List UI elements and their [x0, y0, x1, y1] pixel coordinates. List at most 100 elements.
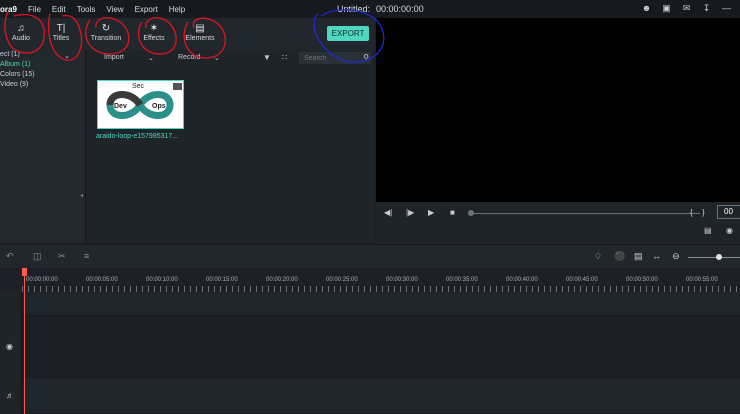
- tree-item-album[interactable]: Album (1): [0, 61, 30, 68]
- music-note-icon: ♫: [17, 23, 25, 34]
- tab-audio-label: Audio: [12, 35, 30, 42]
- mark-out-icon[interactable]: }: [702, 208, 705, 217]
- thumb-text-sec: Sec: [132, 83, 145, 90]
- delete-icon[interactable]: ◫: [33, 251, 42, 262]
- search-box: ⚲: [299, 52, 371, 64]
- window-title: Untitled: 00:00:00:00: [337, 4, 424, 14]
- grid-view-icon[interactable]: ∷: [282, 53, 287, 62]
- media-tree: ect (1) ⌄ Album (1) Colors (15) Video (9…: [0, 50, 86, 287]
- app-logo: ora9: [0, 4, 17, 14]
- adjust-icon[interactable]: ≡: [84, 251, 89, 261]
- chevron-down-icon[interactable]: ⌄: [64, 52, 70, 60]
- menu-tools[interactable]: Tools: [77, 5, 96, 14]
- ruler-label: 00:00:30:00: [386, 277, 418, 283]
- tab-effects-label: Effects: [143, 35, 165, 42]
- filter-icon[interactable]: ▼: [263, 53, 271, 62]
- transition-icon: ↻: [101, 23, 111, 34]
- import-button[interactable]: Import: [104, 54, 124, 61]
- record-dropdown-icon[interactable]: ⌄: [214, 54, 220, 62]
- search-icon[interactable]: ⚲: [363, 52, 369, 64]
- sparkle-icon: ✶: [149, 23, 159, 34]
- tree-item-project[interactable]: ect (1): [0, 51, 20, 58]
- microphone-icon[interactable]: ⚫: [614, 251, 625, 262]
- zoom-slider[interactable]: [688, 257, 740, 258]
- thumb-text-ops: Ops: [152, 103, 166, 110]
- playhead[interactable]: [24, 268, 25, 414]
- ruler-label: 00:00:00:00: [26, 277, 58, 283]
- undo-icon[interactable]: ↶: [6, 251, 14, 262]
- timeline-track[interactable]: [23, 292, 740, 316]
- audio-track[interactable]: [23, 378, 740, 414]
- menu-view[interactable]: View: [106, 5, 123, 14]
- collapse-handle-icon[interactable]: ◂: [80, 192, 83, 199]
- tree-item-video[interactable]: Video (9): [0, 81, 28, 88]
- ruler-label: 00:00:40:00: [506, 277, 538, 283]
- ruler-label: 00:00:10:00: [146, 277, 178, 283]
- download-icon[interactable]: ↧: [701, 3, 712, 14]
- ruler-label: 00:00:20:00: [266, 277, 298, 283]
- menu-file[interactable]: File: [28, 5, 41, 14]
- tab-titles-label: Titles: [52, 35, 70, 42]
- menu-export[interactable]: Export: [135, 5, 158, 14]
- media-bar: Import ⌄ Record ⌄ ▼ ∷ ⚲: [87, 50, 375, 66]
- ruler-label: 00:00:05:00: [86, 277, 118, 283]
- tab-titles[interactable]: T| Titles: [40, 22, 82, 48]
- tab-elements[interactable]: ▤ Elements: [179, 22, 221, 48]
- ruler-label: 00:00:50:00: [626, 277, 658, 283]
- ruler-label: 00:00:35:00: [446, 277, 478, 283]
- mixer-icon[interactable]: ▤: [634, 251, 643, 262]
- title-timecode: 00:00:00:00: [376, 4, 424, 14]
- tab-transition[interactable]: ↻ Transition: [84, 22, 128, 48]
- ruler-label: 00:00:45:00: [566, 277, 598, 283]
- timeline-toolbar: ↶ ◫ ✂ ≡ ♢ ⚫ ▤ ↔ ⊖: [0, 244, 740, 268]
- tree-item-colors[interactable]: Colors (15): [0, 71, 35, 78]
- play-icon[interactable]: ▶: [428, 208, 434, 217]
- menu-help[interactable]: Help: [169, 5, 185, 14]
- media-toolbar: ♫ Audio T| Titles ↻ Transition ✶ Effects…: [0, 18, 375, 56]
- devsecops-logo: Sec Dev Ops: [98, 81, 183, 128]
- video-track-header: ◉: [0, 316, 22, 378]
- preview-controls: ◀| |▶ ▶ ■ { } 00 ▤ ◉: [376, 202, 740, 244]
- menu-edit[interactable]: Edit: [52, 5, 66, 14]
- record-button[interactable]: Record: [178, 54, 201, 61]
- tab-elements-label: Elements: [185, 35, 215, 42]
- scrub-bar[interactable]: [470, 213, 700, 214]
- mail-icon[interactable]: ✉: [681, 3, 692, 14]
- account-icon[interactable]: ☻: [641, 3, 652, 14]
- minimize-icon[interactable]: —: [721, 3, 732, 14]
- tab-effects[interactable]: ✶ Effects: [133, 22, 175, 48]
- project-title: Untitled:: [337, 4, 371, 14]
- cut-icon[interactable]: ✂: [58, 251, 66, 262]
- ruler-label: 00:00:15:00: [206, 277, 238, 283]
- camera-icon[interactable]: ◉: [726, 226, 733, 235]
- fit-icon[interactable]: ↔: [652, 251, 661, 261]
- ruler-label: 00:00:25:00: [326, 277, 358, 283]
- track-header: [0, 292, 22, 316]
- zoom-out-icon[interactable]: ⊖: [672, 251, 680, 262]
- timeline-ruler[interactable]: 00:00:00:00 00:00:05:00 00:00:10:00 00:0…: [0, 268, 740, 292]
- preview-time: 00: [717, 205, 740, 219]
- search-input[interactable]: [299, 52, 357, 64]
- video-track[interactable]: [23, 316, 740, 378]
- window-icons: ☻ ▣ ✉ ↧ —: [641, 3, 732, 14]
- save-icon[interactable]: ▣: [661, 3, 672, 14]
- stop-icon[interactable]: ■: [450, 208, 455, 217]
- eye-icon[interactable]: ◉: [6, 342, 13, 351]
- text-icon: T|: [56, 23, 66, 34]
- zoom-slider-handle[interactable]: [716, 254, 722, 260]
- marker-icon[interactable]: ♢: [594, 251, 602, 262]
- playhead-handle[interactable]: [22, 268, 27, 276]
- previous-frame-icon[interactable]: ◀|: [384, 208, 392, 217]
- next-frame-icon[interactable]: |▶: [406, 208, 414, 217]
- thumb-text-dev: Dev: [114, 103, 127, 110]
- tab-audio[interactable]: ♫ Audio: [0, 22, 42, 48]
- media-thumbnail[interactable]: Sec Dev Ops: [97, 80, 184, 129]
- import-dropdown-icon[interactable]: ⌄: [148, 54, 154, 62]
- speaker-icon[interactable]: ♬: [6, 391, 14, 400]
- tab-transition-label: Transition: [90, 35, 122, 42]
- mark-in-icon[interactable]: {: [690, 208, 693, 217]
- display-icon[interactable]: ▤: [704, 226, 712, 235]
- media-caption: araido-loop-e157985317...: [96, 133, 179, 140]
- audio-track-header: ♬: [0, 378, 22, 414]
- export-button[interactable]: EXPORT: [327, 26, 369, 41]
